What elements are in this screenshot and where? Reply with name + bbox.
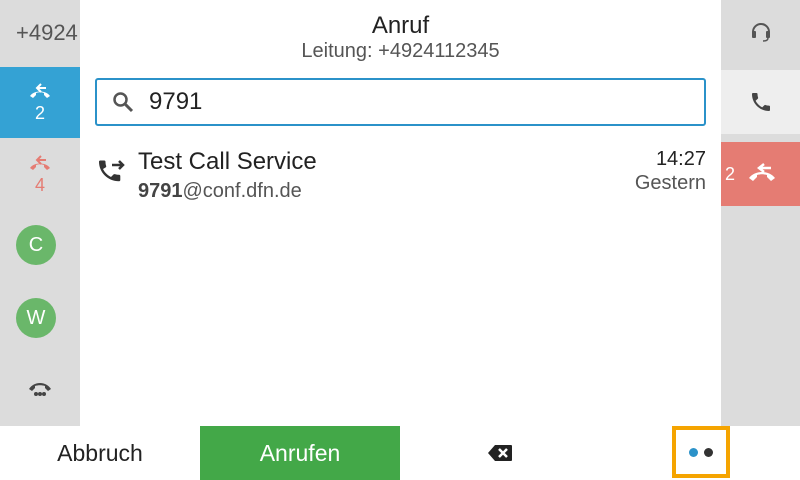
line-subtitle: Leitung: +4924112345 <box>301 40 500 62</box>
search-input[interactable] <box>149 88 669 116</box>
phone-icon <box>751 93 770 111</box>
outgoing-call-icon <box>99 160 125 182</box>
held-call-count: 2 <box>34 102 45 123</box>
backspace-icon <box>488 445 512 461</box>
dialog-title: Anruf <box>371 12 430 39</box>
result-date: Gestern <box>634 172 706 194</box>
result-address-match: 9791 <box>138 180 183 202</box>
call-dialog: Anruf Leitung: +4924112345 Test Call Ser… <box>80 0 721 426</box>
result-address: 9791@conf.dfn.de <box>138 180 302 203</box>
voicemail-icon <box>29 383 51 396</box>
missed-call-session[interactable]: 4 <box>0 145 80 205</box>
headset-button[interactable] <box>721 16 800 46</box>
right-sidebar: 2 <box>721 0 800 426</box>
call-button[interactable]: Anrufen <box>200 426 400 480</box>
contact-avatar-c[interactable]: C <box>16 225 56 265</box>
missed-call-icon <box>30 155 50 170</box>
new-call-button[interactable] <box>721 70 800 134</box>
more-dot-inactive <box>704 447 713 457</box>
headset-icon <box>751 23 770 42</box>
softkey-bar: Abbruch Anrufen <box>0 426 800 480</box>
active-call-count: 2 <box>725 163 736 184</box>
result-address-domain: @conf.dfn.de <box>182 180 302 202</box>
search-icon <box>111 90 135 114</box>
search-field[interactable] <box>95 78 706 126</box>
active-call-session[interactable]: 2 <box>721 142 800 206</box>
active-call-icon <box>749 163 776 181</box>
missed-call-count: 4 <box>34 175 45 195</box>
backspace-button[interactable] <box>400 426 600 480</box>
result-name: Test Call Service <box>138 148 317 175</box>
contact-avatar-w[interactable]: W <box>16 298 56 338</box>
more-options-button[interactable] <box>672 426 730 478</box>
more-dot-active <box>689 447 698 457</box>
held-call-session[interactable]: 2 <box>0 67 80 138</box>
voicemail-button[interactable] <box>0 370 80 406</box>
search-result-row[interactable]: Test Call Service 9791@conf.dfn.de 14:27… <box>95 140 706 210</box>
result-time: 14:27 <box>655 148 706 170</box>
left-sidebar: +4924 2 4 C W <box>0 0 80 426</box>
line-number-label: +4924 <box>16 20 78 45</box>
held-call-icon <box>30 82 50 98</box>
cancel-button[interactable]: Abbruch <box>0 426 200 480</box>
